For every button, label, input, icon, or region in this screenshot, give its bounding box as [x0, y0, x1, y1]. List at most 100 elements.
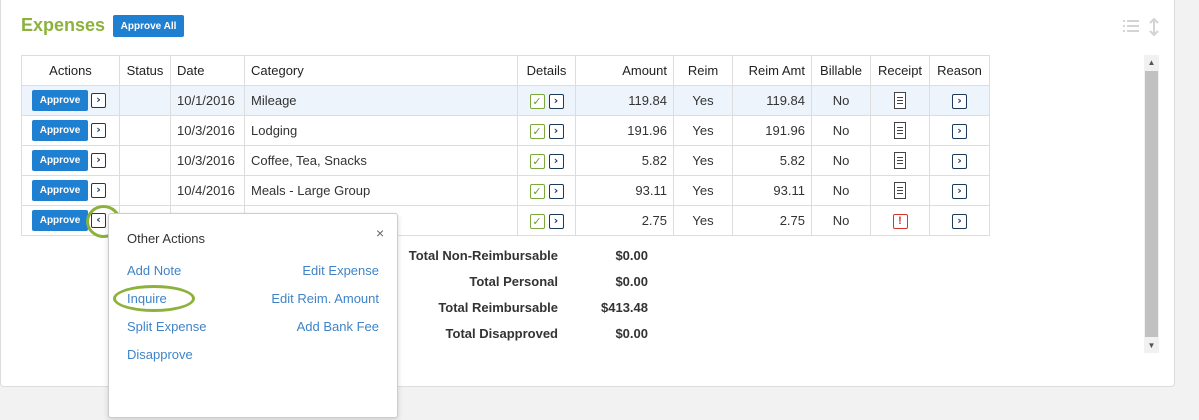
reim-cell: Yes	[673, 175, 733, 206]
receipt-cell: !	[870, 205, 930, 236]
column-header-category[interactable]: Category	[244, 55, 518, 86]
checkmark-icon[interactable]: ✓	[529, 183, 545, 199]
popup-title: Other Actions	[127, 231, 206, 246]
column-header-reim-amt[interactable]: Reim Amt	[732, 55, 812, 86]
close-icon[interactable]: ×	[376, 225, 384, 241]
details-cell: ✓ ›	[517, 175, 576, 206]
table-row[interactable]: Approve › 10/1/2016 Mileage ✓ › 119.84 Yes…	[21, 85, 990, 116]
receipt-icon[interactable]	[894, 152, 906, 170]
billable-cell: No	[811, 115, 871, 146]
category-cell: Meals - Large Group	[244, 175, 518, 206]
actions-cell: Approve ›	[21, 85, 120, 116]
date-cell: 10/4/2016	[170, 175, 245, 206]
amount-cell: 119.84	[575, 85, 674, 116]
table-row[interactable]: Approve › 10/4/2016 Meals - Large Group ✓…	[21, 175, 990, 206]
receipt-icon[interactable]	[894, 122, 906, 140]
edit-reim-amount-link[interactable]: Edit Reim. Amount	[271, 291, 379, 306]
checkmark-icon[interactable]: ✓	[529, 213, 545, 229]
scroll-thumb[interactable]	[1145, 71, 1158, 337]
add-bank-fee-link[interactable]: Add Bank Fee	[297, 319, 379, 334]
total-row-personal: Total Personal $0.00	[401, 274, 651, 294]
approve-button[interactable]: Approve	[32, 120, 88, 141]
expand-actions-icon[interactable]: ›	[91, 123, 106, 138]
billable-cell: No	[811, 175, 871, 206]
receipt-icon[interactable]	[894, 182, 906, 200]
receipt-icon[interactable]	[894, 92, 906, 110]
details-arrow-icon[interactable]: ›	[548, 93, 564, 109]
expand-actions-icon[interactable]: ›	[91, 93, 106, 108]
disapprove-link[interactable]: Disapprove	[127, 347, 193, 362]
checkmark-icon[interactable]: ✓	[529, 153, 545, 169]
total-value: $0.00	[615, 274, 648, 289]
amount-cell: 93.11	[575, 175, 674, 206]
receipt-cell	[870, 115, 930, 146]
category-cell: Mileage	[244, 85, 518, 116]
total-label: Total Disapproved	[445, 326, 558, 341]
split-expense-link[interactable]: Split Expense	[127, 319, 207, 334]
amount-cell: 2.75	[575, 205, 674, 236]
missing-receipt-warning-icon[interactable]: !	[892, 213, 908, 229]
checkmark-icon[interactable]: ✓	[529, 93, 545, 109]
total-label: Total Non-Reimbursable	[408, 248, 558, 263]
details-cell: ✓ ›	[517, 115, 576, 146]
total-label: Total Personal	[469, 274, 558, 289]
details-arrow-icon[interactable]: ›	[548, 123, 564, 139]
date-cell: 10/3/2016	[170, 115, 245, 146]
status-cell	[119, 175, 171, 206]
edit-expense-link[interactable]: Edit Expense	[302, 263, 379, 278]
details-arrow-icon[interactable]: ›	[548, 183, 564, 199]
table-row[interactable]: Approve › 10/3/2016 Lodging ✓ › 191.96 Yes…	[21, 115, 990, 146]
total-row-disapproved: Total Disapproved $0.00	[401, 326, 651, 346]
details-arrow-icon[interactable]: ›	[548, 213, 564, 229]
approve-all-button[interactable]: Approve All	[113, 15, 184, 37]
amount-cell: 191.96	[575, 115, 674, 146]
reim-amt-cell: 2.75	[732, 205, 812, 236]
vertical-scrollbar[interactable]: ▲ ▼	[1144, 55, 1159, 353]
reason-arrow-icon[interactable]: ›	[952, 213, 967, 229]
column-header-actions: Actions	[21, 55, 120, 86]
list-view-icon[interactable]	[1123, 19, 1139, 37]
table-row[interactable]: Approve › 10/3/2016 Coffee, Tea, Snacks ✓…	[21, 145, 990, 176]
approve-button[interactable]: Approve	[32, 90, 88, 111]
column-header-status[interactable]: Status	[119, 55, 171, 86]
table-header-row: Actions Status Date Category Details Amo…	[21, 55, 990, 86]
reason-arrow-icon[interactable]: ›	[952, 153, 967, 169]
reason-cell: ›	[929, 145, 990, 176]
reason-arrow-icon[interactable]: ›	[952, 183, 967, 199]
expand-actions-icon[interactable]: ›	[91, 153, 106, 168]
column-header-reim[interactable]: Reim	[673, 55, 733, 86]
approve-button[interactable]: Approve	[32, 210, 88, 231]
billable-cell: No	[811, 145, 871, 176]
sort-icon[interactable]	[1148, 17, 1160, 40]
reim-amt-cell: 5.82	[732, 145, 812, 176]
category-cell: Coffee, Tea, Snacks	[244, 145, 518, 176]
column-header-date[interactable]: Date	[170, 55, 245, 86]
reason-arrow-icon[interactable]: ›	[952, 123, 967, 139]
scroll-down-arrow-icon[interactable]: ▼	[1144, 338, 1159, 353]
actions-cell: Approve ›	[21, 175, 120, 206]
column-header-amount[interactable]: Amount	[575, 55, 674, 86]
reim-amt-cell: 93.11	[732, 175, 812, 206]
column-header-details: Details	[517, 55, 576, 86]
add-note-link[interactable]: Add Note	[127, 263, 181, 278]
column-header-billable[interactable]: Billable	[811, 55, 871, 86]
receipt-cell	[870, 175, 930, 206]
checkmark-icon[interactable]: ✓	[529, 123, 545, 139]
highlight-ring	[113, 285, 195, 312]
reason-cell: ›	[929, 205, 990, 236]
scroll-up-arrow-icon[interactable]: ▲	[1144, 55, 1159, 70]
reim-cell: Yes	[673, 205, 733, 236]
date-cell: 10/1/2016	[170, 85, 245, 116]
approve-button[interactable]: Approve	[32, 150, 88, 171]
expand-actions-icon[interactable]: ›	[91, 183, 106, 198]
reason-cell: ›	[929, 115, 990, 146]
billable-cell: No	[811, 205, 871, 236]
reason-arrow-icon[interactable]: ›	[952, 93, 967, 109]
details-cell: ✓ ›	[517, 145, 576, 176]
expenses-table: Actions Status Date Category Details Amo…	[21, 55, 990, 236]
approve-button[interactable]: Approve	[32, 180, 88, 201]
column-header-receipt: Receipt	[870, 55, 930, 86]
actions-cell: Approve ›	[21, 115, 120, 146]
details-arrow-icon[interactable]: ›	[548, 153, 564, 169]
reim-amt-cell: 191.96	[732, 115, 812, 146]
